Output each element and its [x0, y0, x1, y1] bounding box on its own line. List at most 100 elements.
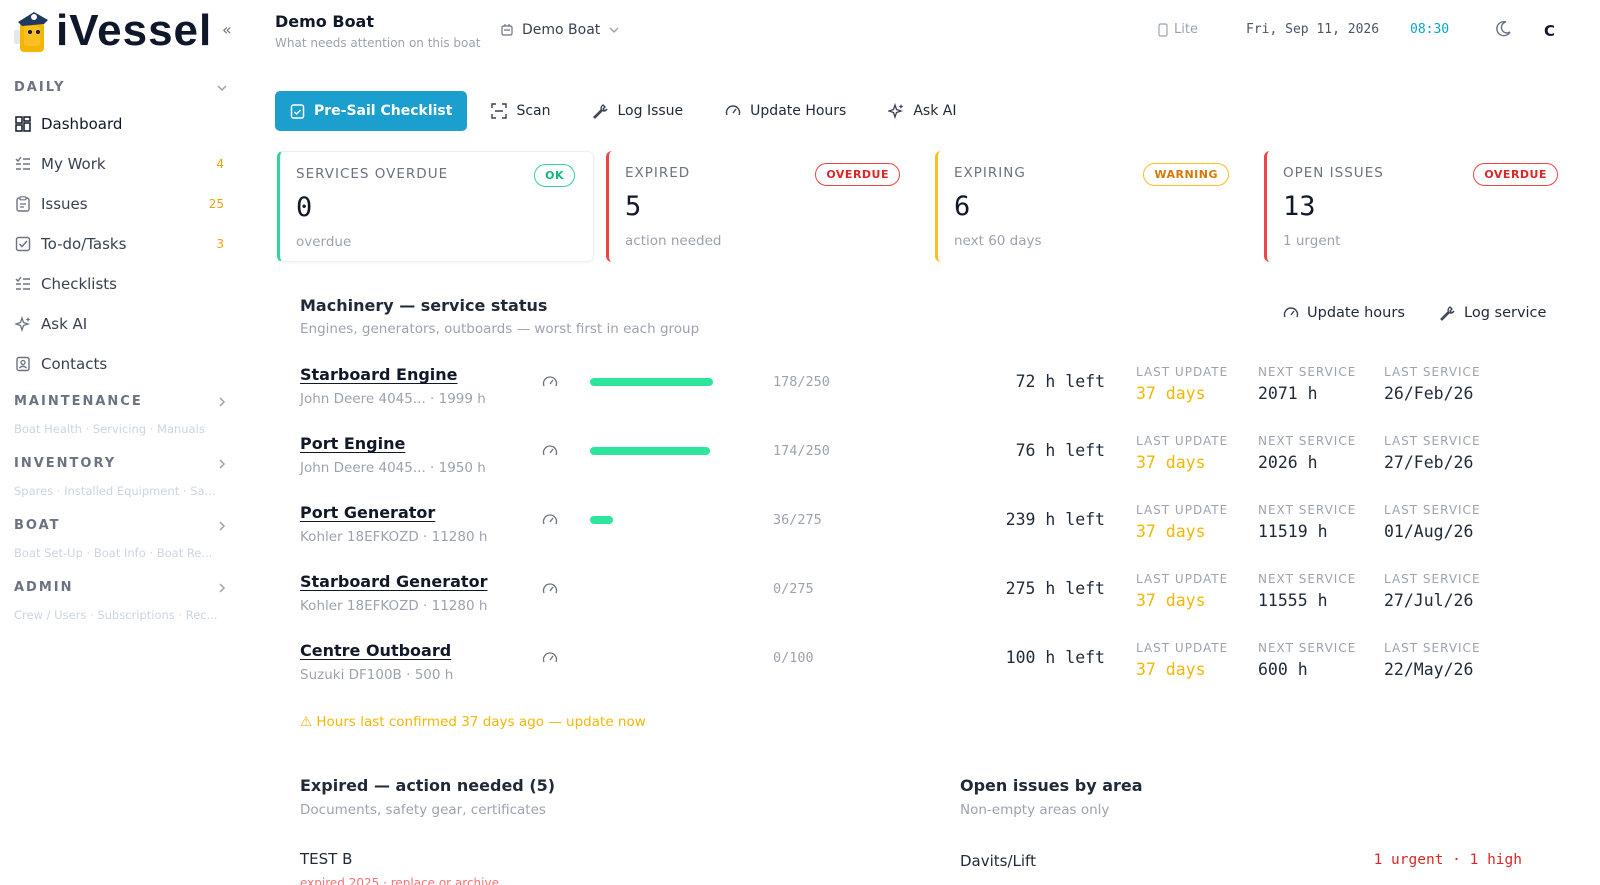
machine-name-link[interactable]: Centre Outboard [300, 641, 451, 660]
issue-area-counts: 1 urgent · 1 high [1373, 852, 1522, 868]
collapse-sidebar-icon[interactable]: « [222, 20, 232, 39]
app-logo[interactable]: iVessel [14, 8, 212, 54]
log-issue-button[interactable]: Log Issue [575, 91, 702, 131]
boat-selector[interactable]: Demo Boat [500, 22, 620, 38]
last-service-value: 22/May/26 [1384, 660, 1474, 679]
last-update-col: LAST UPDATE 37 days [1136, 572, 1228, 610]
next-service-value: 600 h [1258, 660, 1308, 679]
last-service-col: LAST SERVICE 22/May/26 [1384, 641, 1481, 679]
last-update-value: 37 days [1136, 660, 1206, 679]
next-service-col: NEXT SERVICE 11555 h [1258, 572, 1356, 610]
machinery-row: Starboard Generator Kohler 18EFKOZD · 112… [300, 572, 1540, 640]
section-title: BOAT [14, 518, 61, 533]
sidebar-item-checklists[interactable]: Checklists [14, 270, 224, 298]
gauge-icon[interactable] [542, 374, 558, 390]
machine-model: John Deere 4045... · 1999 h [300, 391, 486, 407]
last-service-value: 27/Jul/26 [1384, 591, 1474, 610]
section-daily-title: DAILY [14, 80, 66, 95]
stat-card-open-issues[interactable]: OPEN ISSUES 13 1 urgent OVERDUE [1264, 151, 1576, 262]
section-subtitle: Boat Set-Up · Boat Info · Boat Re... [14, 546, 213, 560]
sidebar-item-todo[interactable]: To-do/Tasks 3 [14, 230, 224, 258]
stat-value: 6 [954, 191, 971, 222]
machine-name-link[interactable]: Starboard Engine [300, 365, 458, 384]
sidebar-item-ask-ai[interactable]: Ask AI [14, 310, 224, 338]
machinery-desc: Engines, generators, outboards — worst f… [300, 321, 700, 337]
last-update-value: 37 days [1136, 384, 1206, 403]
section-title: INVENTORY [14, 456, 117, 471]
sidebar-item-label: My Work [41, 155, 106, 173]
gauge-icon[interactable] [542, 443, 558, 459]
chevron-down-icon [609, 27, 619, 33]
col-label: LAST SERVICE [1384, 365, 1481, 379]
next-service-col: NEXT SERVICE 11519 h [1258, 503, 1356, 541]
col-label: LAST UPDATE [1136, 641, 1229, 655]
sidebar-item-label: Dashboard [41, 115, 123, 133]
sidebar-item-label: To-do/Tasks [41, 235, 127, 253]
col-label: NEXT SERVICE [1258, 503, 1357, 517]
sidebar-item-my-work[interactable]: My Work 4 [14, 150, 224, 178]
count-badge: 4 [216, 157, 224, 171]
expired-desc: Documents, safety gear, certificates [300, 802, 546, 818]
section-subtitle: Boat Health · Servicing · Manuals [14, 422, 205, 436]
machine-name-link[interactable]: Port Engine [300, 434, 405, 453]
next-service-col: NEXT SERVICE 2026 h [1258, 434, 1356, 472]
gauge-icon[interactable] [542, 512, 558, 528]
ask-ai-button[interactable]: Ask AI [870, 91, 974, 131]
dark-mode-icon[interactable] [1494, 20, 1512, 42]
col-label: NEXT SERVICE [1258, 572, 1357, 586]
section-daily[interactable]: DAILY [14, 80, 228, 95]
count-badge: 3 [216, 237, 224, 251]
page-title: Demo Boat [275, 12, 374, 31]
machine-name-link[interactable]: Starboard Generator [300, 572, 487, 591]
stat-card-services-overdue[interactable]: SERVICES OVERDUE 0 overdue OK [277, 151, 594, 262]
sidebar-item-dashboard[interactable]: Dashboard [14, 110, 224, 138]
col-label: LAST UPDATE [1136, 503, 1229, 517]
hours-left: 275 h left [1005, 579, 1105, 598]
stat-card-expired[interactable]: EXPIRED 5 action needed OVERDUE [606, 151, 918, 262]
section-maintenance[interactable]: MAINTENANCE [14, 394, 228, 409]
col-label: NEXT SERVICE [1258, 365, 1357, 379]
section-inventory[interactable]: INVENTORY [14, 456, 228, 471]
sidebar-item-label: Issues [41, 195, 88, 213]
hours-warning[interactable]: ⚠ Hours last confirmed 37 days ago — upd… [300, 714, 646, 730]
stat-sub: action needed [625, 233, 722, 249]
machinery-title: Machinery — service status [300, 296, 548, 315]
log-service-link[interactable]: Log service [1440, 305, 1546, 321]
gauge-icon [726, 105, 741, 116]
gauge-icon[interactable] [542, 650, 558, 666]
sidebar-item-label: Ask AI [41, 315, 88, 333]
stat-card-expiring[interactable]: EXPIRING 6 next 60 days WARNING [935, 151, 1247, 262]
user-avatar[interactable]: C [1544, 22, 1555, 40]
section-admin[interactable]: ADMIN [14, 580, 228, 595]
stat-sub: next 60 days [954, 233, 1042, 249]
phone-icon [1158, 22, 1168, 37]
hours-left: 72 h left [1015, 372, 1105, 391]
machine-name-link[interactable]: Port Generator [300, 503, 435, 522]
update-hours-label: Update Hours [750, 103, 847, 119]
machine-model: Kohler 18EFKOZD · 11280 h [300, 598, 488, 614]
boat-icon [501, 24, 513, 36]
issue-area-item[interactable]: Davits/Lift [960, 852, 1036, 870]
hours-ratio: 36/275 [773, 512, 822, 528]
mode-label: Lite [1174, 22, 1198, 37]
col-label: LAST UPDATE [1136, 572, 1229, 586]
col-label: LAST SERVICE [1384, 503, 1481, 517]
sidebar-item-contacts[interactable]: Contacts [14, 350, 224, 378]
machinery-row: Centre Outboard Suzuki DF100B · 500 h 0/10… [300, 641, 1540, 709]
section-title: MAINTENANCE [14, 394, 143, 409]
presail-checklist-button[interactable]: Pre-Sail Checklist [275, 91, 468, 131]
mode-toggle[interactable]: Lite [1158, 22, 1198, 37]
scan-button[interactable]: Scan [473, 91, 568, 131]
expired-item[interactable]: TEST B [300, 850, 352, 868]
section-boat[interactable]: BOAT [14, 518, 228, 533]
scan-label: Scan [516, 103, 551, 119]
col-label: NEXT SERVICE [1258, 641, 1357, 655]
update-hours-button[interactable]: Update Hours [707, 91, 864, 131]
app-name: iVessel [56, 6, 213, 55]
gauge-icon[interactable] [542, 581, 558, 597]
next-service-value: 11555 h [1258, 591, 1328, 610]
update-hours-link[interactable]: Update hours [1283, 305, 1405, 321]
sidebar-item-label: Contacts [41, 355, 108, 373]
sidebar-item-issues[interactable]: Issues 25 [14, 190, 224, 218]
clipboard-icon [14, 195, 32, 213]
